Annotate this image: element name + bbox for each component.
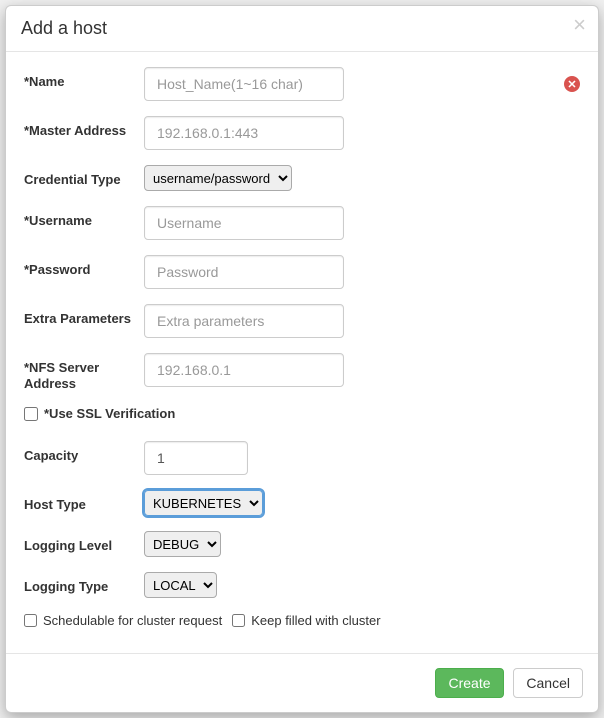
nfs-server-label: *NFS Server Address [24, 353, 144, 391]
credential-type-select[interactable]: username/password [144, 165, 292, 191]
capacity-label: Capacity [24, 441, 144, 464]
password-label: *Password [24, 255, 144, 278]
keep-filled-label: Keep filled with cluster [251, 613, 380, 628]
name-label: *Name [24, 67, 144, 90]
row-capacity: Capacity [24, 441, 580, 475]
error-icon: ✕ [564, 76, 580, 92]
host-type-label: Host Type [24, 490, 144, 513]
keep-filled-checkbox[interactable] [232, 614, 245, 627]
master-address-label: *Master Address [24, 116, 144, 139]
extra-params-input[interactable] [144, 304, 344, 338]
row-username: *Username [24, 206, 580, 240]
username-label: *Username [24, 206, 144, 229]
schedulable-checkbox[interactable] [24, 614, 37, 627]
password-input[interactable] [144, 255, 344, 289]
row-cluster-options: Schedulable for cluster request Keep fil… [24, 613, 580, 628]
logging-level-label: Logging Level [24, 531, 144, 554]
schedulable-label: Schedulable for cluster request [43, 613, 222, 628]
host-type-select[interactable]: KUBERNETES [144, 490, 263, 516]
logging-type-label: Logging Type [24, 572, 144, 595]
ssl-verify-checkbox[interactable] [24, 407, 38, 421]
master-address-input[interactable] [144, 116, 344, 150]
row-extra-params: Extra Parameters [24, 304, 580, 338]
capacity-input[interactable] [144, 441, 248, 475]
ssl-verify-label: *Use SSL Verification [44, 406, 175, 421]
row-host-type: Host Type KUBERNETES [24, 490, 580, 516]
row-credential-type: Credential Type username/password [24, 165, 580, 191]
extra-params-label: Extra Parameters [24, 304, 144, 327]
row-master-address: *Master Address [24, 116, 580, 150]
row-logging-level: Logging Level DEBUG [24, 531, 580, 557]
close-button[interactable]: × [573, 12, 586, 38]
modal-footer: Create Cancel [6, 653, 598, 712]
logging-level-select[interactable]: DEBUG [144, 531, 221, 557]
username-input[interactable] [144, 206, 344, 240]
credential-type-label: Credential Type [24, 165, 144, 188]
row-logging-type: Logging Type LOCAL [24, 572, 580, 598]
modal-title: Add a host [21, 18, 583, 39]
add-host-modal: Add a host × *Name ✕ *Master Address Cre… [5, 5, 599, 713]
logging-type-select[interactable]: LOCAL [144, 572, 217, 598]
schedulable-wrap: Schedulable for cluster request [24, 613, 222, 628]
modal-body: *Name ✕ *Master Address Credential Type … [6, 52, 598, 653]
row-ssl-verify: *Use SSL Verification [24, 406, 580, 421]
row-password: *Password [24, 255, 580, 289]
modal-header: Add a host × [6, 6, 598, 52]
row-nfs-server: *NFS Server Address [24, 353, 580, 391]
create-button[interactable]: Create [435, 668, 503, 698]
cancel-button[interactable]: Cancel [513, 668, 583, 698]
nfs-server-input[interactable] [144, 353, 344, 387]
row-name: *Name ✕ [24, 67, 580, 101]
name-input[interactable] [144, 67, 344, 101]
keep-filled-wrap: Keep filled with cluster [232, 613, 380, 628]
